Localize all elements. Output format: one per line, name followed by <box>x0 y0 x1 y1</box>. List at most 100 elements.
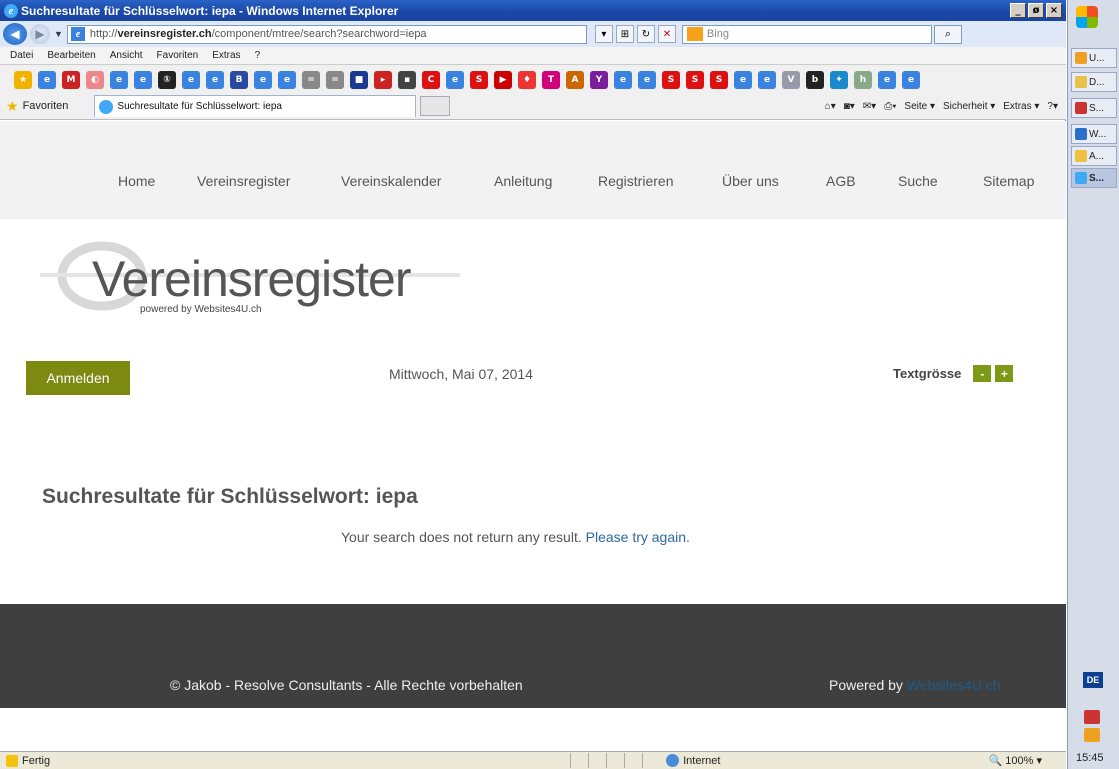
forward-button[interactable]: ▶ <box>30 24 50 44</box>
tray-icon[interactable] <box>1084 710 1100 724</box>
menu-favorites[interactable]: Favoriten <box>157 50 199 61</box>
nav-home[interactable]: Home <box>118 173 155 189</box>
site-logo[interactable]: Vereinsregister powered by Websites4U.ch <box>40 239 460 319</box>
minimize-button[interactable]: _ <box>1010 3 1026 18</box>
link-icon[interactable]: S <box>470 71 488 89</box>
menu-file[interactable]: Datei <box>10 50 33 61</box>
link-icon[interactable]: ▶ <box>494 71 512 89</box>
ie-icon[interactable]: e <box>38 71 56 89</box>
mail-icon[interactable]: ✉▾ <box>863 101 876 112</box>
taskbar-item[interactable]: W... <box>1071 124 1117 144</box>
link-icon[interactable]: T <box>542 71 560 89</box>
feeds-icon[interactable]: ◙▾ <box>844 101 855 112</box>
menu-view[interactable]: Ansicht <box>110 50 143 61</box>
nav-vereinskalender[interactable]: Vereinskalender <box>341 173 441 189</box>
link-icon[interactable]: S <box>710 71 728 89</box>
nav-suche[interactable]: Suche <box>898 173 938 189</box>
link-icon[interactable]: ① <box>158 71 176 89</box>
link-icon[interactable]: ▸ <box>374 71 392 89</box>
safety-menu[interactable]: Sicherheit ▾ <box>943 101 995 112</box>
address-bar[interactable]: e http://vereinsregister.ch/component/mt… <box>66 24 587 44</box>
new-tab-button[interactable] <box>420 96 451 116</box>
favorites-button[interactable]: ★ Favoriten <box>6 98 68 115</box>
link-icon[interactable]: ■ <box>350 71 368 89</box>
ie-link-icon[interactable]: e <box>446 71 464 89</box>
home-icon[interactable]: ⌂▾ <box>825 101 836 112</box>
link-icon[interactable]: B <box>230 71 248 89</box>
link-icon[interactable]: ✦ <box>830 71 848 89</box>
link-icon[interactable]: Y <box>590 71 608 89</box>
toolbar-area: ★ e M ◐ e e ① e e B e e = = ■ ▸ ▪ C e S <box>0 65 1066 120</box>
address-dropdown-icon[interactable]: ▾ <box>594 25 613 43</box>
taskbar-item[interactable]: U... <box>1071 48 1117 68</box>
ie-link-icon[interactable]: e <box>614 71 632 89</box>
taskbar-item[interactable]: D... <box>1071 72 1117 92</box>
zoom-level[interactable]: 🔍 100% ▾ <box>989 754 1042 767</box>
ie-link-icon[interactable]: e <box>182 71 200 89</box>
link-icon[interactable]: = <box>326 71 344 89</box>
nav-registrieren[interactable]: Registrieren <box>598 173 673 189</box>
nav-sitemap[interactable]: Sitemap <box>983 173 1034 189</box>
menu-tools[interactable]: Extras <box>212 50 240 61</box>
taskbar-item[interactable]: S... <box>1071 98 1117 118</box>
ie-link-icon[interactable]: e <box>638 71 656 89</box>
page-menu[interactable]: Seite ▾ <box>904 101 935 112</box>
link-icon[interactable]: M <box>62 71 80 89</box>
link-icon[interactable]: = <box>302 71 320 89</box>
link-icon[interactable]: ▪ <box>398 71 416 89</box>
ie-link-icon[interactable]: e <box>758 71 776 89</box>
globe-icon <box>666 754 680 767</box>
ie-link-icon[interactable]: e <box>902 71 920 89</box>
try-again-link[interactable]: Please try again. <box>586 529 690 545</box>
taskbar-item-label: S... <box>1089 102 1105 114</box>
text-size-decrease-button[interactable]: - <box>973 365 992 382</box>
login-button[interactable]: Anmelden <box>26 361 130 395</box>
search-input[interactable]: Bing <box>681 24 932 44</box>
ie-link-icon[interactable]: e <box>878 71 896 89</box>
link-icon[interactable]: C <box>422 71 440 89</box>
print-icon[interactable]: ⎙▾ <box>884 101 896 112</box>
ie-link-icon[interactable]: e <box>206 71 224 89</box>
nav-anleitung[interactable]: Anleitung <box>494 173 552 189</box>
link-icon[interactable]: ◐ <box>86 71 104 89</box>
tab-title: Suchresultate für Schlüsselwort: iepa <box>117 101 282 112</box>
back-button[interactable]: ◀ <box>3 23 27 45</box>
powered-by-link[interactable]: Websites4U.ch <box>907 677 1001 693</box>
language-indicator[interactable]: DE <box>1083 672 1103 688</box>
text-size-increase-button[interactable]: + <box>995 365 1014 382</box>
menu-help[interactable]: ? <box>255 50 261 61</box>
link-icon[interactable]: S <box>662 71 680 89</box>
link-icon[interactable]: A <box>566 71 584 89</box>
ie-link-icon[interactable]: e <box>254 71 272 89</box>
link-icon[interactable]: h <box>854 71 872 89</box>
start-button[interactable] <box>1076 6 1098 28</box>
tray-icon[interactable] <box>1084 728 1100 742</box>
nav-ueber-uns[interactable]: Über uns <box>722 173 779 189</box>
nav-vereinsregister[interactable]: Vereinsregister <box>197 173 290 189</box>
close-button[interactable]: × <box>1046 3 1062 18</box>
security-zone[interactable]: Internet <box>666 754 720 767</box>
taskbar-item[interactable]: A... <box>1071 146 1117 166</box>
link-icon[interactable]: ♦ <box>518 71 536 89</box>
compatibility-icon[interactable]: ⊞ <box>615 25 634 43</box>
link-icon[interactable]: V <box>782 71 800 89</box>
link-icon[interactable]: b <box>806 71 824 89</box>
refresh-icon[interactable]: ↻ <box>636 25 655 43</box>
maximize-button[interactable]: ø <box>1028 3 1044 18</box>
tools-menu[interactable]: Extras ▾ <box>1003 101 1039 112</box>
taskbar-item-active[interactable]: S... <box>1071 168 1117 188</box>
history-dropdown-icon[interactable]: ▼ <box>54 29 63 39</box>
ie-link-icon[interactable]: e <box>278 71 296 89</box>
ie-link-icon[interactable]: e <box>134 71 152 89</box>
browser-tab[interactable]: Suchresultate für Schlüsselwort: iepa <box>94 95 417 117</box>
link-icon[interactable]: S <box>686 71 704 89</box>
menu-edit[interactable]: Bearbeiten <box>47 50 95 61</box>
search-button[interactable]: ⌕ <box>933 24 962 44</box>
help-icon[interactable]: ?▾ <box>1047 101 1058 112</box>
nav-agb[interactable]: AGB <box>826 173 856 189</box>
favorites-star-icon[interactable]: ★ <box>14 71 32 89</box>
ie-link-icon[interactable]: e <box>734 71 752 89</box>
stop-icon[interactable]: ✕ <box>657 25 676 43</box>
taskbar: U... D... S... W... A... S... DE 15:45 <box>1067 0 1119 769</box>
ie-link-icon[interactable]: e <box>110 71 128 89</box>
